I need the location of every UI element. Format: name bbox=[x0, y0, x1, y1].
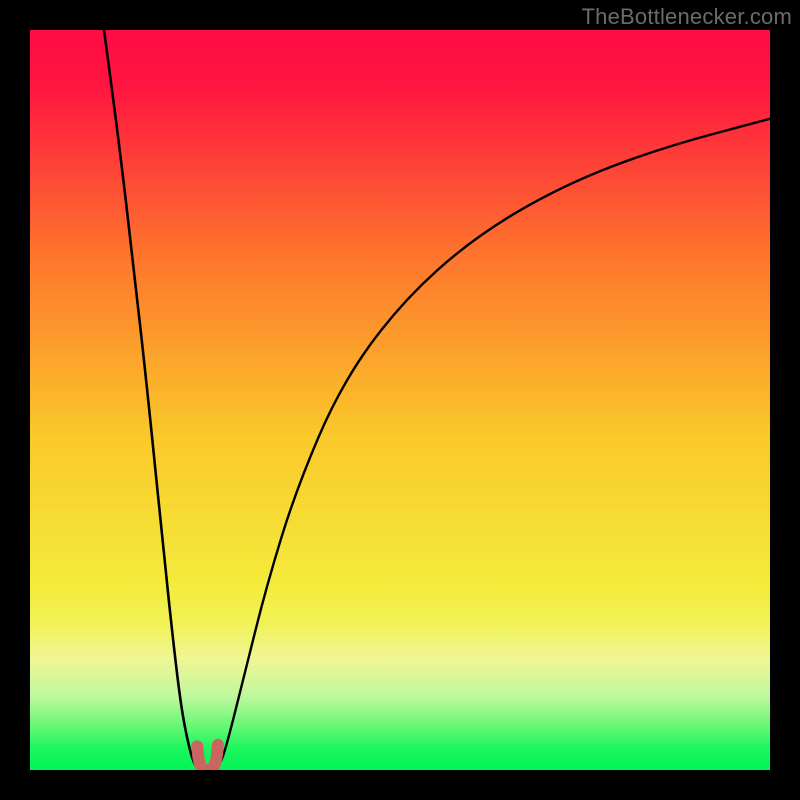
right-branch-curve bbox=[216, 119, 770, 770]
curve-layer bbox=[30, 30, 770, 770]
attribution-label: TheBottlenecker.com bbox=[582, 4, 792, 30]
plot-area bbox=[30, 30, 770, 770]
trough-marker bbox=[197, 745, 218, 770]
left-branch-curve bbox=[104, 30, 199, 770]
chart-frame: TheBottlenecker.com bbox=[0, 0, 800, 800]
